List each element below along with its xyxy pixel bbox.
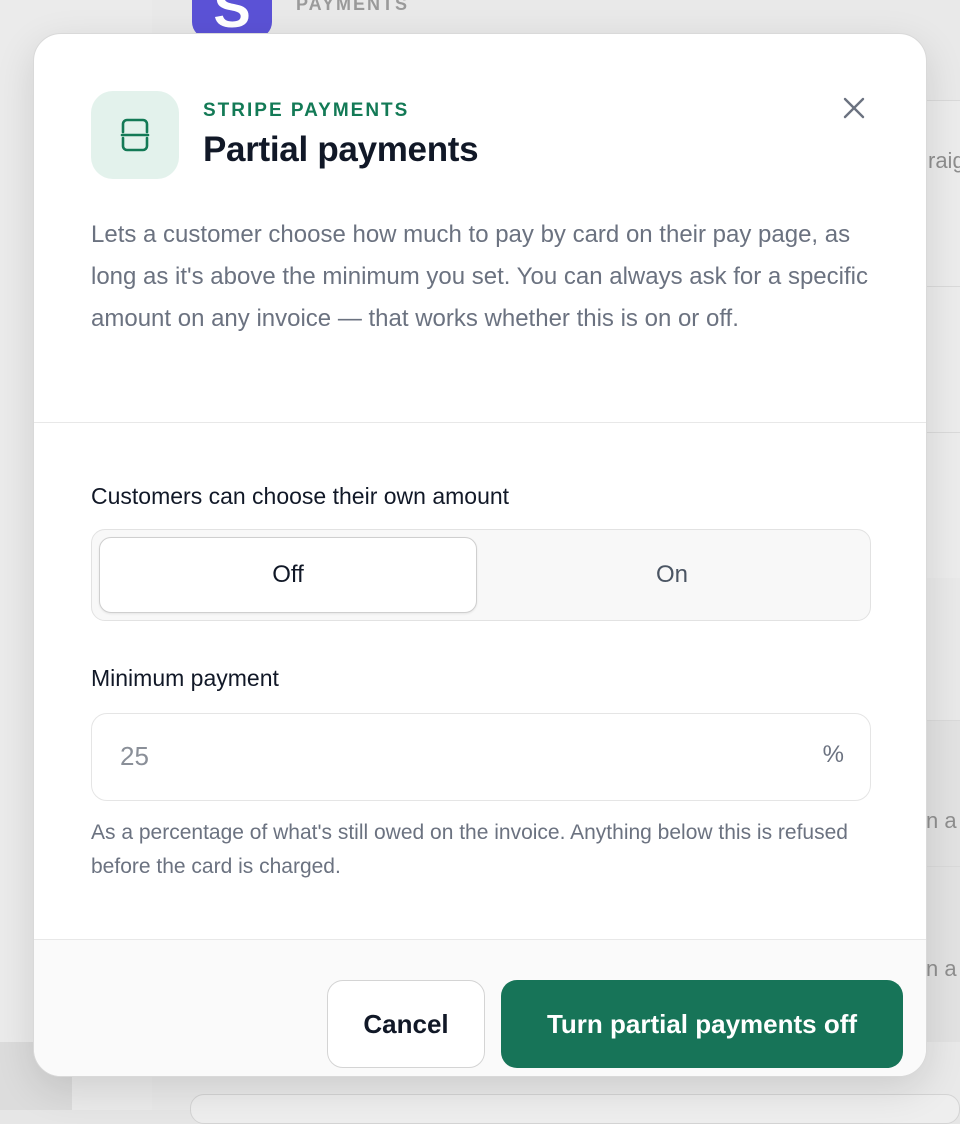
dialog-eyebrow: STRIPE PAYMENTS bbox=[203, 100, 410, 121]
minimum-payment-helper: As a percentage of what's still owed on … bbox=[91, 821, 848, 878]
divider bbox=[34, 422, 926, 423]
close-icon[interactable] bbox=[838, 92, 870, 124]
dialog-title: Partial payments bbox=[203, 130, 479, 169]
minimum-payment-field: % bbox=[91, 713, 871, 801]
background-text-fragment: raig bbox=[928, 148, 960, 173]
background-text-fragment: n a bbox=[926, 808, 957, 833]
toggle-on-option[interactable]: On bbox=[483, 537, 861, 613]
choose-amount-toggle: Off On bbox=[91, 529, 871, 621]
toggle-off-option[interactable]: Off bbox=[99, 537, 477, 613]
cancel-button[interactable]: Cancel bbox=[327, 980, 485, 1068]
partial-payments-dialog: STRIPE PAYMENTS Partial payments Lets a … bbox=[33, 33, 927, 1077]
choose-amount-label: Customers can choose their own amount bbox=[91, 483, 510, 509]
minimum-payment-input[interactable] bbox=[120, 714, 800, 799]
turn-off-partial-payments-button[interactable]: Turn partial payments off bbox=[501, 980, 903, 1068]
background-app-label: PAYMENTS bbox=[296, 0, 410, 14]
percent-unit: % bbox=[822, 741, 844, 768]
toggle-split-icon bbox=[91, 91, 179, 179]
background-bottom-bar bbox=[190, 1094, 960, 1124]
minimum-payment-label: Minimum payment bbox=[91, 665, 279, 691]
dialog-description: Lets a customer choose how much to pay b… bbox=[91, 221, 868, 332]
background-text-fragment: n a bbox=[926, 956, 957, 981]
